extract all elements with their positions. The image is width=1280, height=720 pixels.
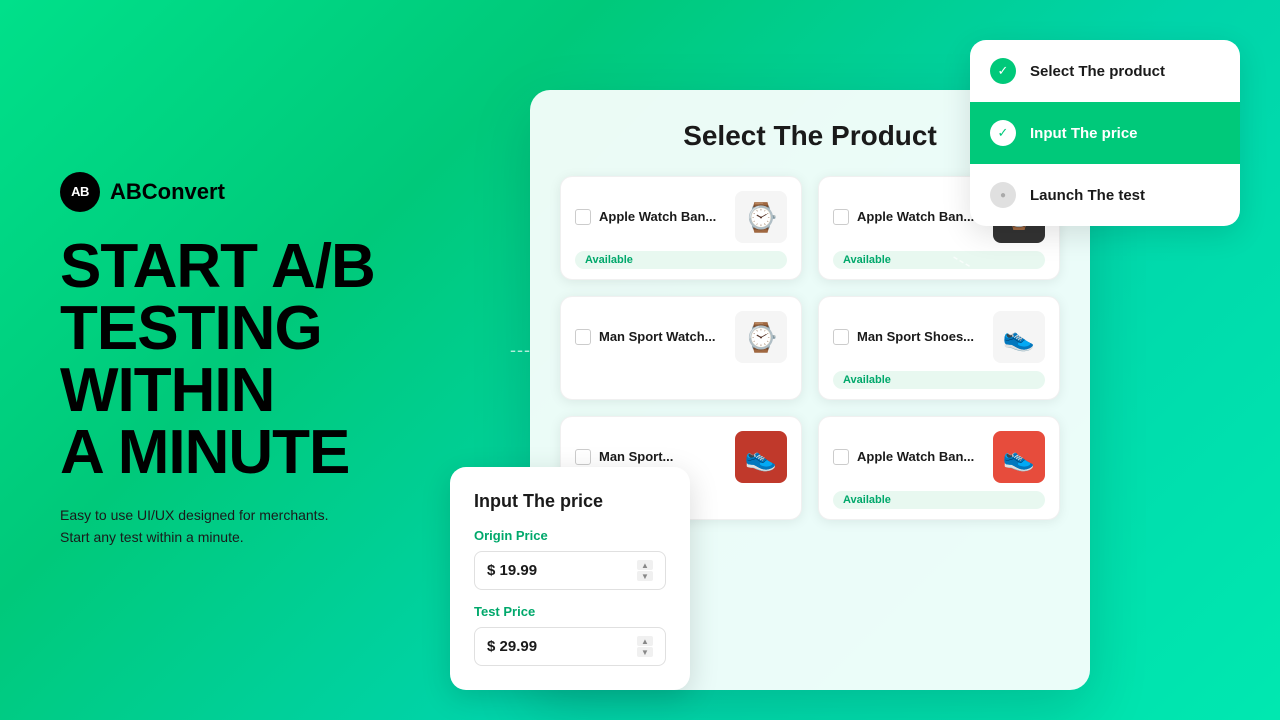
available-badge-2: Available (833, 251, 1045, 269)
list-item: Apple Watch Ban... 👟 Available (818, 416, 1060, 520)
step-label-2: Input The price (1030, 125, 1138, 142)
product-name-5: Man Sport... (599, 449, 673, 466)
list-item: Apple Watch Ban... ⌚ Available (560, 176, 802, 280)
step-input-price[interactable]: ✓ Input The price (970, 102, 1240, 164)
test-price-label: Test Price (474, 604, 666, 619)
product-top-3: Man Sport Watch... ⌚ (575, 311, 787, 363)
logo-name: ABConvert (110, 179, 225, 205)
product-top-1: Apple Watch Ban... ⌚ (575, 191, 787, 243)
step-icon-pending: ● (990, 182, 1016, 208)
product-img-5: 👟 (735, 431, 787, 483)
origin-price-label: Origin Price (474, 528, 666, 543)
product-checkbox-6[interactable] (833, 449, 849, 465)
product-checkbox-1[interactable] (575, 209, 591, 225)
product-checkbox-3[interactable] (575, 329, 591, 345)
hero-subtitle: Easy to use UI/UX designed for merchants… (60, 504, 400, 549)
product-name-6: Apple Watch Ban... (857, 449, 974, 466)
product-img-3: ⌚ (735, 311, 787, 363)
left-panel: AB ABConvert START A/BTESTINGWITHINA MIN… (60, 0, 480, 720)
list-item: Man Sport Watch... ⌚ (560, 296, 802, 400)
logo: AB ABConvert (60, 172, 480, 212)
available-badge-1: Available (575, 251, 787, 269)
test-stepper-down[interactable]: ▼ (637, 647, 653, 657)
deco-arrow-1: - - - (510, 340, 528, 361)
available-badge-4: Available (833, 371, 1045, 389)
available-badge-6: Available (833, 491, 1045, 509)
test-price-input[interactable]: $ 29.99 ▲ ▼ (474, 627, 666, 666)
price-card-title: Input The price (474, 491, 666, 512)
price-card: Input The price Origin Price $ 19.99 ▲ ▼… (450, 467, 690, 690)
test-price-value: $ 29.99 (487, 638, 537, 655)
steps-panel: ✓ Select The product ✓ Input The price ●… (970, 40, 1240, 226)
list-item: Man Sport Shoes... 👟 Available (818, 296, 1060, 400)
product-checkbox-5[interactable] (575, 449, 591, 465)
origin-price-value: $ 19.99 (487, 562, 537, 579)
product-checkbox-4[interactable] (833, 329, 849, 345)
logo-icon: AB (60, 172, 100, 212)
hero-title: START A/BTESTINGWITHINA MINUTE (60, 236, 480, 484)
step-label-1: Select The product (1030, 63, 1165, 80)
step-icon-done: ✓ (990, 58, 1016, 84)
check-icon-active: ✓ (998, 125, 1009, 141)
origin-price-input[interactable]: $ 19.99 ▲ ▼ (474, 551, 666, 590)
stepper-up[interactable]: ▲ (637, 560, 653, 570)
test-price-stepper[interactable]: ▲ ▼ (637, 636, 653, 657)
logo-icon-text: AB (71, 184, 89, 199)
step-select-product[interactable]: ✓ Select The product (970, 40, 1240, 102)
product-img-6: 👟 (993, 431, 1045, 483)
stepper-down[interactable]: ▼ (637, 571, 653, 581)
origin-price-stepper[interactable]: ▲ ▼ (637, 560, 653, 581)
step-label-3: Launch The test (1030, 187, 1145, 204)
product-img-4: 👟 (993, 311, 1045, 363)
product-name-1: Apple Watch Ban... (599, 209, 716, 226)
check-icon: ✓ (998, 63, 1009, 79)
pending-icon: ● (1000, 190, 1006, 201)
product-name-2: Apple Watch Ban... (857, 209, 974, 226)
product-name-3: Man Sport Watch... (599, 329, 716, 346)
product-top-4: Man Sport Shoes... 👟 (833, 311, 1045, 363)
product-checkbox-2[interactable] (833, 209, 849, 225)
test-stepper-up[interactable]: ▲ (637, 636, 653, 646)
product-top-6: Apple Watch Ban... 👟 (833, 431, 1045, 483)
step-icon-active: ✓ (990, 120, 1016, 146)
product-name-4: Man Sport Shoes... (857, 329, 974, 346)
product-img-1: ⌚ (735, 191, 787, 243)
step-launch-test[interactable]: ● Launch The test (970, 164, 1240, 226)
